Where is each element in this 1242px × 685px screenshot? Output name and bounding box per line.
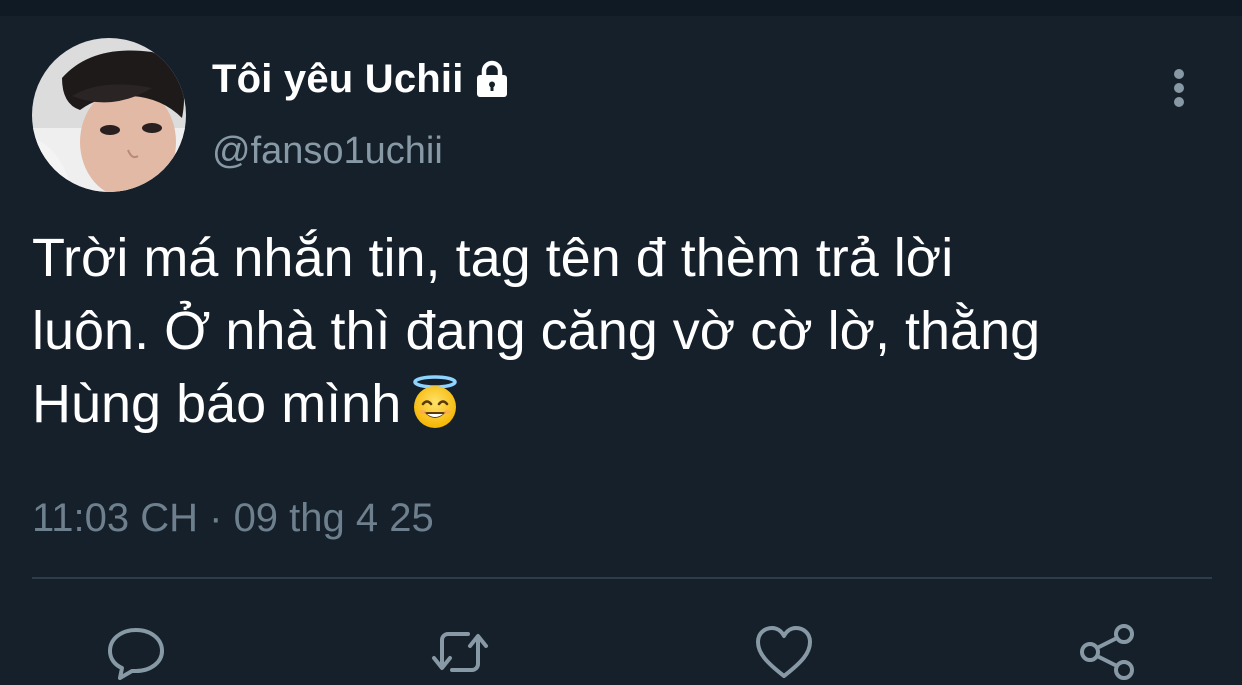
tweet-text: Trời má nhắn tin, tag tên đ thèm trả lời… <box>32 222 1212 441</box>
comment-icon <box>108 628 164 680</box>
share-icon <box>1080 624 1134 680</box>
like-button[interactable] <box>752 620 816 684</box>
retweet-button[interactable] <box>428 620 492 684</box>
handle[interactable]: @fanso1uchii <box>212 130 443 173</box>
smiling-face-with-halo-icon <box>407 374 463 430</box>
share-button[interactable] <box>1076 620 1140 684</box>
tweet-text-line: Trời má nhắn tin, tag tên đ thèm trả lời <box>32 228 954 288</box>
divider <box>32 577 1212 579</box>
top-strip <box>0 0 1242 16</box>
heart-icon <box>756 626 812 678</box>
tweet-text-line: luôn. Ở nhà thì đang căng vờ cờ lờ, thằn… <box>32 301 1041 361</box>
more-options-icon[interactable] <box>1164 66 1194 112</box>
retweet-icon <box>432 632 488 672</box>
avatar-image <box>32 38 186 192</box>
display-name-row: Tôi yêu Uchii <box>212 54 512 104</box>
lock-icon <box>472 59 512 99</box>
timestamp[interactable]: 11:03 CH · 09 thg 4 25 <box>32 496 434 541</box>
display-name[interactable]: Tôi yêu Uchii <box>212 57 464 102</box>
reply-button[interactable] <box>104 620 168 684</box>
avatar[interactable] <box>32 38 186 192</box>
tweet-text-line-content: Hùng báo mình <box>32 374 402 434</box>
tweet-text-line-last: Hùng báo mình <box>32 368 1212 441</box>
